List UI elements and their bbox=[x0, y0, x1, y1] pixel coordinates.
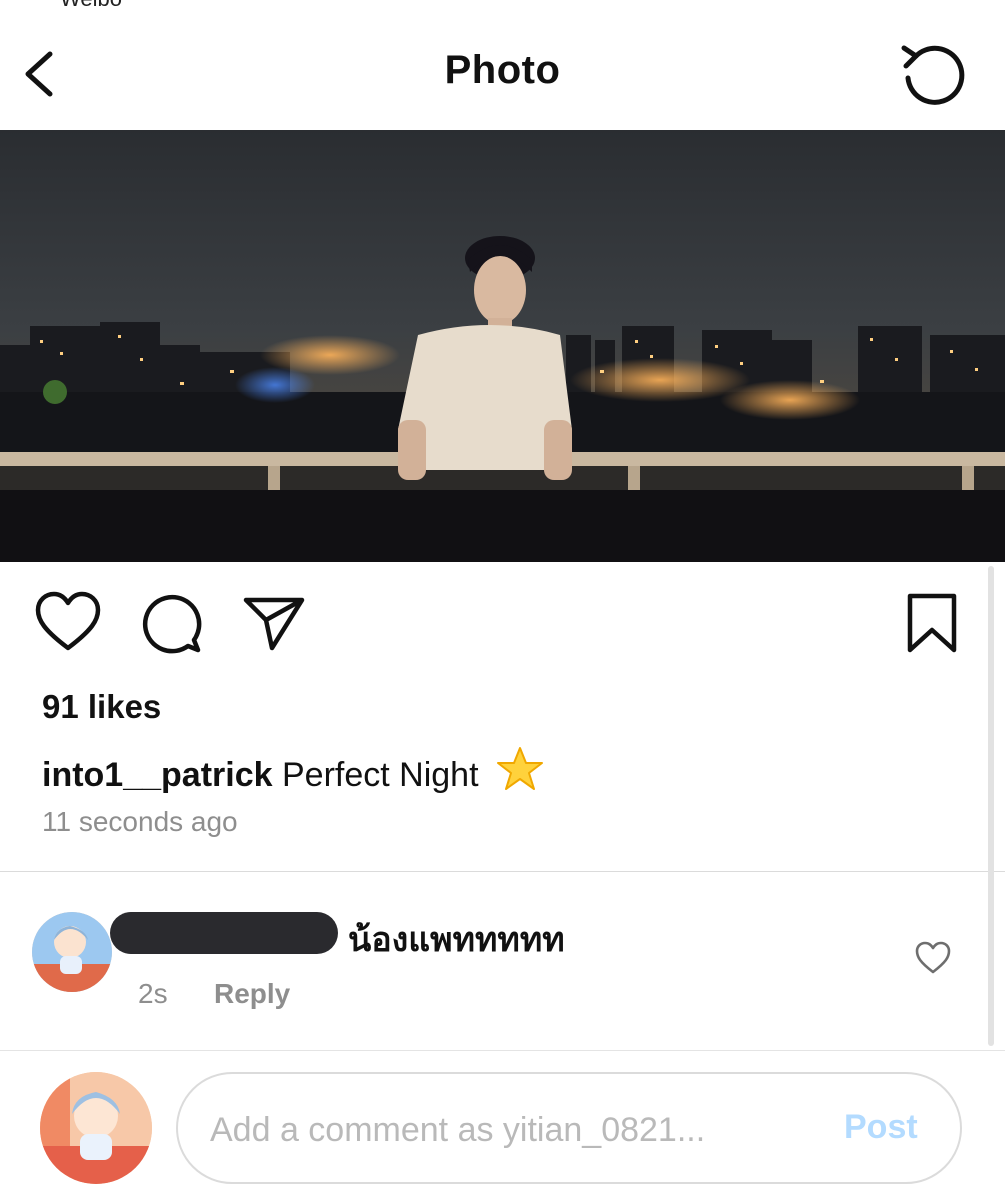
comment-composer: Post bbox=[176, 1072, 962, 1184]
heart-icon bbox=[915, 941, 951, 974]
header-bar: Photo bbox=[0, 0, 1005, 130]
comment-text: น้องแพททททท bbox=[348, 920, 565, 960]
post-button[interactable]: Post bbox=[844, 1108, 918, 1147]
reply-button[interactable]: Reply bbox=[214, 978, 290, 1010]
save-button[interactable] bbox=[898, 590, 966, 658]
like-button[interactable] bbox=[34, 590, 102, 658]
post-photo[interactable] bbox=[0, 130, 1005, 562]
photo-image bbox=[0, 130, 1005, 562]
post-caption: into1__patrick Perfect Night bbox=[42, 746, 544, 801]
current-user-avatar bbox=[40, 1072, 152, 1184]
divider bbox=[0, 1050, 1005, 1051]
page-title: Photo bbox=[444, 48, 561, 92]
paper-plane-icon bbox=[243, 597, 305, 651]
post-timestamp: 11 seconds ago bbox=[42, 806, 238, 837]
redacted-username bbox=[110, 912, 338, 954]
refresh-icon bbox=[901, 45, 965, 105]
bookmark-icon bbox=[907, 593, 957, 653]
comment-input[interactable] bbox=[208, 1094, 812, 1166]
refresh-button[interactable] bbox=[896, 38, 972, 114]
share-button[interactable] bbox=[240, 590, 308, 658]
caption-username[interactable]: into1__patrick bbox=[42, 756, 273, 794]
heart-icon bbox=[35, 591, 101, 651]
comment-timestamp: 2s bbox=[138, 978, 168, 1009]
commenter-avatar[interactable] bbox=[32, 912, 112, 992]
caption-text: Perfect Night bbox=[281, 756, 479, 794]
comment-bubble-icon bbox=[142, 594, 202, 654]
star-emoji-icon bbox=[496, 746, 544, 801]
post-actions bbox=[0, 590, 1005, 662]
comment-item: น้องแพททททท 2s Reply bbox=[0, 872, 1005, 1050]
comment-like-button[interactable] bbox=[914, 940, 952, 976]
comment-button[interactable] bbox=[138, 590, 206, 658]
likes-count[interactable]: 91 likes bbox=[42, 688, 161, 726]
scrollbar[interactable] bbox=[988, 566, 994, 1046]
